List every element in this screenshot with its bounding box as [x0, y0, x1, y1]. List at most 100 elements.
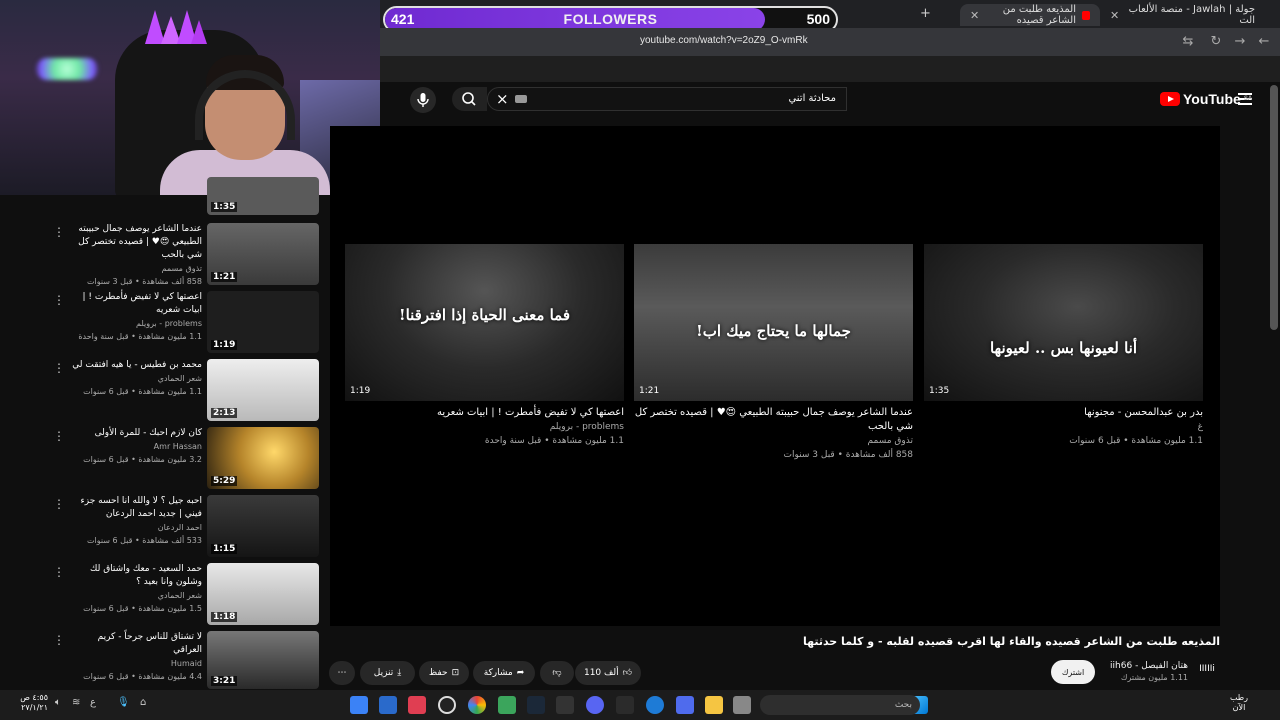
- app-icon[interactable]: [350, 696, 368, 714]
- microphone-icon: [417, 93, 429, 107]
- more-horizontal-icon: ⋯: [337, 668, 347, 678]
- more-actions-icon[interactable]: ⋮: [53, 565, 65, 579]
- browser-tab-active[interactable]: المذيعه طلبت من الشاعر قصيده ✕: [960, 4, 1100, 26]
- search-button[interactable]: [452, 87, 487, 111]
- search-icon: [462, 92, 476, 106]
- video-title: احبه جيل ؟ لا والله انا احسه جزء فيني | …: [80, 496, 202, 519]
- video-channel: problems - برويلم: [136, 319, 202, 328]
- weather-widget[interactable]: رطب الآن: [1226, 693, 1252, 713]
- video-channel: احمد الردعان: [157, 523, 202, 532]
- edge-icon[interactable]: [646, 696, 664, 714]
- tab-close-icon[interactable]: ✕: [1110, 9, 1119, 22]
- new-tab-icon[interactable]: +: [920, 6, 931, 21]
- more-actions-icon[interactable]: ⋮: [53, 293, 65, 307]
- list-item[interactable]: 1:19 اعصتها كي لا تفيض فأمطرت ! | ابيات …: [0, 291, 320, 355]
- keyboard-icon[interactable]: [515, 95, 527, 103]
- url-text[interactable]: youtube.com/watch?v=2oZ9_O-vmRk: [640, 35, 808, 46]
- channel-info[interactable]: هتان الفيصل - iih66 1.11 مليون مشترك: [1100, 660, 1188, 684]
- task-view-icon[interactable]: [733, 696, 751, 714]
- dislike-button[interactable]: 👎︎: [540, 661, 574, 685]
- taskbar-search[interactable]: بحث: [760, 695, 920, 715]
- list-item[interactable]: 1:18 حمد السعيد - معك واشتاق لك وشلون وا…: [0, 563, 320, 627]
- clear-search-icon[interactable]: ×: [496, 90, 509, 108]
- subscribe-button[interactable]: اشترك: [1051, 660, 1095, 684]
- video-meta: لا تشتاق للناس جرحاً - كريم العراقي Huma…: [66, 631, 202, 683]
- download-button[interactable]: تنزيل ⤓: [360, 661, 415, 685]
- endcard-info[interactable]: بدر بن عبدالمحسن - مجنونها غ 1.1 مليون م…: [924, 406, 1203, 448]
- endcard-info[interactable]: عندما الشاعر يوصف جمال حبيبته الطبيعي 😍♥…: [634, 406, 913, 462]
- list-item[interactable]: 5:29 كان لازم احبك - للمرة الأولى Amr Ha…: [0, 427, 320, 491]
- forward-icon[interactable]: →: [1232, 34, 1248, 50]
- endcard-info[interactable]: اعصتها كي لا تفيض فأمطرت ! | ابيات شعريه…: [345, 406, 624, 448]
- video-stats: 533 ألف مشاهدة • قبل 6 سنوات: [86, 536, 202, 545]
- volume-icon[interactable]: 🔈︎: [55, 697, 61, 708]
- mic-tray-icon[interactable]: 🎙︎: [117, 697, 130, 708]
- search-input[interactable]: محادثة اتني ×: [487, 87, 847, 111]
- video-duration: 1:19: [211, 340, 238, 350]
- like-button[interactable]: 110 ألف 👍︎: [575, 661, 641, 685]
- list-item[interactable]: 2:13 محمد بن فطيس - يا هيه افتقت لي شعر …: [0, 359, 320, 423]
- video-stats: 1.5 مليون مشاهدة • قبل 6 سنوات: [83, 604, 202, 613]
- browser-tab[interactable]: جولة | Jawlah - منصة الألعاب الت ✕: [1110, 4, 1255, 26]
- bookmark-icon: ⊡: [451, 668, 460, 678]
- video-meta: محمد بن فطيس - يا هيه افتقت لي شعر الحما…: [66, 359, 202, 398]
- tab-close-icon[interactable]: ✕: [970, 9, 979, 22]
- taskbar: [0, 690, 1280, 720]
- endcard-channel: تذوق مسمم: [867, 436, 913, 446]
- search-value: محادثة اتني: [788, 93, 836, 104]
- system-clock[interactable]: ٤:٥٥ ص ٢٧/١/٢١: [8, 693, 48, 713]
- voice-search-button[interactable]: [410, 87, 436, 113]
- discord-icon[interactable]: [586, 696, 604, 714]
- app-icon[interactable]: [408, 696, 426, 714]
- video-thumbnail: 3:21: [207, 631, 319, 689]
- share-icon: ➦: [516, 668, 525, 678]
- epic-games-icon[interactable]: [556, 696, 574, 714]
- video-meta: كان لازم احبك - للمرة الأولى Amr Hassan …: [66, 427, 202, 466]
- share-label: مشاركة: [483, 668, 513, 678]
- share-button[interactable]: مشاركة ➦: [473, 661, 535, 685]
- more-button[interactable]: ⋯: [329, 661, 355, 685]
- endcard-duration: 1:21: [639, 386, 660, 396]
- chrome-icon[interactable]: [468, 696, 486, 714]
- video-duration: 1:35: [211, 202, 238, 212]
- list-item[interactable]: 1:35: [0, 177, 320, 217]
- save-button[interactable]: حفظ ⊡: [419, 661, 469, 685]
- language-indicator[interactable]: ع: [90, 697, 96, 708]
- teams-icon[interactable]: [676, 696, 694, 714]
- video-thumbnail: 1:18: [207, 563, 319, 625]
- more-actions-icon[interactable]: ⋮: [53, 225, 65, 239]
- app-icon[interactable]: [616, 696, 634, 714]
- obs-icon[interactable]: [438, 696, 456, 714]
- video-stats: 3.2 مليون مشاهدة • قبل 6 سنوات: [83, 455, 202, 464]
- network-icon[interactable]: ⌂: [140, 697, 146, 708]
- scrollbar[interactable]: [1270, 85, 1278, 330]
- list-item[interactable]: 1:21 عندما الشاعر يوصف جمال حبيبته الطبي…: [0, 223, 320, 287]
- channel-avatar[interactable]: IIIIIi: [1196, 664, 1218, 680]
- site-settings-icon[interactable]: ⇆: [1180, 34, 1196, 50]
- thumbs-down-icon: 👎︎: [552, 668, 562, 678]
- video-channel: Amr Hassan: [153, 442, 202, 451]
- video-stats: 1.1 مليون مشاهدة • قبل 6 سنوات: [83, 387, 202, 396]
- back-icon[interactable]: ←: [1256, 34, 1272, 50]
- endcard-video[interactable]: جمالها ما يحتاج ميك اب! 1:21: [634, 244, 913, 401]
- youtube-logo[interactable]: YouTube SA: [1160, 91, 1252, 107]
- more-actions-icon[interactable]: ⋮: [53, 429, 65, 443]
- more-actions-icon[interactable]: ⋮: [53, 361, 65, 375]
- file-explorer-icon[interactable]: [705, 696, 723, 714]
- video-duration: 2:13: [211, 408, 238, 418]
- list-item[interactable]: 1:15 احبه جيل ؟ لا والله انا احسه جزء في…: [0, 495, 320, 559]
- app-icon[interactable]: [498, 696, 516, 714]
- endcard-video[interactable]: أنا لعيونها بس .. لعيونها 1:35: [924, 244, 1203, 401]
- channel-name: هتان الفيصل - iih66: [1110, 661, 1188, 671]
- steam-icon[interactable]: [527, 696, 545, 714]
- endcard-video[interactable]: فما معنى الحياة إذا افترقنا! 1:19: [345, 244, 624, 401]
- more-actions-icon[interactable]: ⋮: [53, 633, 65, 647]
- app-icon[interactable]: [379, 696, 397, 714]
- video-channel: شعر الحمادي: [157, 591, 202, 600]
- reload-icon[interactable]: ↻: [1208, 34, 1224, 50]
- list-item[interactable]: 3:21 لا تشتاق للناس جرحاً - كريم العراقي…: [0, 631, 320, 695]
- video-duration: 3:21: [211, 676, 238, 686]
- more-actions-icon[interactable]: ⋮: [53, 497, 65, 511]
- wifi-icon[interactable]: ≋: [72, 697, 80, 708]
- address-bar[interactable]: [380, 28, 1280, 56]
